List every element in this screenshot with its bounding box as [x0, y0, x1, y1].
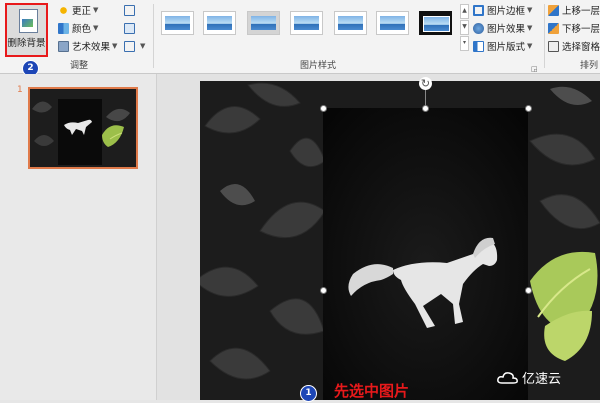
reset-picture-button[interactable]: ▼ — [124, 39, 145, 53]
picture-layout-button[interactable]: 图片版式 ▼ — [473, 39, 532, 53]
color-button[interactable]: 颜色 ▼ — [58, 21, 98, 35]
remove-background-icon — [19, 9, 38, 33]
picture-style-2[interactable] — [203, 11, 236, 35]
picture-style-4[interactable] — [290, 11, 323, 35]
group-separator — [153, 4, 154, 68]
chevron-down-icon: ▼ — [140, 42, 146, 50]
slide-number: 1 — [17, 85, 23, 95]
selection-pane-icon — [548, 40, 559, 52]
picture-style-1[interactable] — [161, 11, 194, 35]
sun-icon — [58, 4, 69, 16]
resize-handle-top-center[interactable] — [422, 105, 429, 112]
artistic-effects-label: 艺术效果 — [72, 42, 111, 53]
adjust-group-label: 调整 — [70, 61, 89, 71]
picture-layout-label: 图片版式 — [487, 42, 526, 53]
picture-style-preview — [165, 16, 190, 30]
picture-style-3[interactable] — [247, 11, 280, 35]
picture-style-preview — [423, 16, 450, 32]
gallery-scroll-up[interactable]: ▲ — [460, 4, 469, 19]
step-1-badge: 1 — [300, 385, 317, 402]
artistic-effects-icon — [58, 40, 69, 52]
chevron-down-icon: ▼ — [527, 24, 533, 32]
horse-image — [323, 108, 528, 400]
reset-picture-icon — [124, 40, 135, 52]
send-backward-icon — [548, 22, 559, 34]
selection-pane-button[interactable]: 选择窗格 — [548, 39, 600, 53]
picture-style-preview — [380, 16, 405, 30]
send-backward-label: 下移一层 — [562, 24, 600, 35]
picture-border-label: 图片边框 — [487, 6, 526, 17]
picture-layout-icon — [473, 40, 484, 52]
resize-handle-middle-right[interactable] — [525, 287, 532, 294]
step-1-caption: 先选中图片 — [334, 382, 410, 400]
picture-border-icon — [473, 4, 484, 16]
corrections-label: 更正 — [72, 6, 92, 17]
cloud-logo-icon — [497, 371, 518, 384]
group-separator — [544, 4, 545, 68]
picture-effects-icon — [473, 22, 484, 34]
chevron-down-icon: ▼ — [112, 42, 118, 50]
rotation-connector — [425, 88, 426, 106]
change-picture-icon — [124, 22, 135, 34]
watermark: 亿速云 — [497, 368, 561, 387]
rotation-handle-icon[interactable]: ↻ — [419, 77, 432, 90]
picture-effects-label: 图片效果 — [487, 24, 526, 35]
selected-picture[interactable] — [323, 108, 528, 400]
bring-forward-button[interactable]: 上移一层 — [548, 3, 600, 17]
gallery-scroll-down[interactable]: ▼ — [460, 20, 469, 35]
arrange-group-label: 排列 — [580, 61, 599, 71]
picture-style-preview — [207, 16, 232, 30]
remove-background-button[interactable]: 删除背景 — [5, 3, 48, 57]
resize-handle-middle-left[interactable] — [320, 287, 327, 294]
gallery-more[interactable]: ▾ — [460, 36, 469, 51]
corrections-button[interactable]: 更正 ▼ — [58, 3, 98, 17]
slide-thumbnail-image — [30, 89, 136, 167]
ribbon: 删除背景 2 更正 ▼ 颜色 ▼ 艺术效果 ▼ ▼ 调整 ▲ ▼ ▾ 图片样式 ◲ 图… — [0, 0, 600, 77]
bring-forward-label: 上移一层 — [562, 6, 600, 17]
compress-icon — [124, 4, 135, 16]
chevron-down-icon: ▼ — [527, 6, 533, 14]
picture-style-preview — [338, 16, 363, 30]
watermark-text: 亿速云 — [522, 372, 562, 387]
change-picture-button[interactable] — [124, 21, 138, 35]
picture-style-preview — [251, 16, 276, 30]
chevron-down-icon: ▼ — [93, 24, 99, 32]
slide-thumbnail[interactable] — [28, 87, 138, 169]
selection-pane-label: 选择窗格 — [562, 42, 600, 53]
compress-pictures-button[interactable] — [124, 3, 138, 17]
chevron-down-icon: ▼ — [93, 6, 99, 14]
color-label: 颜色 — [72, 24, 92, 35]
artistic-effects-button[interactable]: 艺术效果 ▼ — [58, 39, 117, 53]
picture-style-7[interactable] — [419, 11, 452, 35]
picture-style-5[interactable] — [334, 11, 367, 35]
bring-forward-icon — [548, 4, 559, 16]
picture-border-button[interactable]: 图片边框 ▼ — [473, 3, 532, 17]
picture-styles-group-label: 图片样式 — [300, 61, 337, 71]
color-palette-icon — [58, 22, 69, 34]
send-backward-button[interactable]: 下移一层 — [548, 21, 600, 35]
picture-effects-button[interactable]: 图片效果 ▼ — [473, 21, 532, 35]
resize-handle-top-left[interactable] — [320, 105, 327, 112]
chevron-down-icon: ▼ — [527, 42, 533, 50]
picture-style-preview — [294, 16, 319, 30]
remove-background-label: 删除背景 — [7, 38, 46, 49]
resize-handle-top-right[interactable] — [525, 105, 532, 112]
picture-style-6[interactable] — [376, 11, 409, 35]
